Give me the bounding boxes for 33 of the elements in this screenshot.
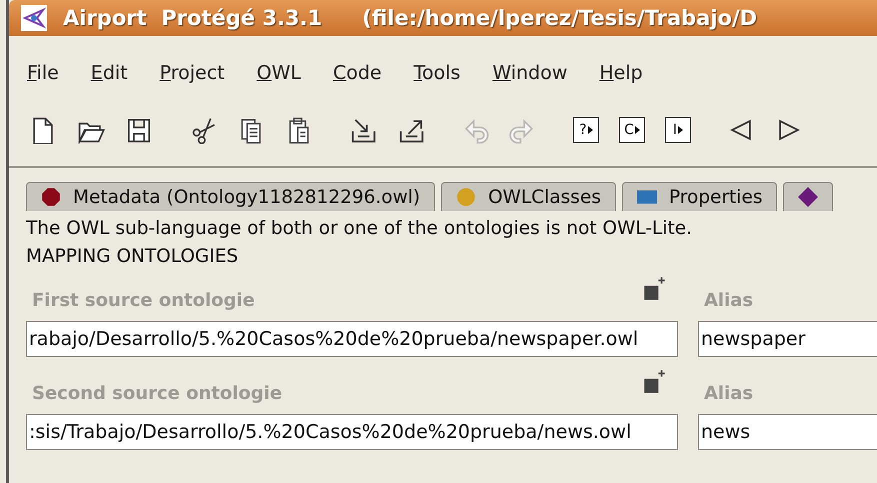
menu-item[interactable]: OWL [250,62,307,84]
tab[interactable]: OWLClasses [441,182,616,211]
tab[interactable]: Metadata (Ontology1182812296.owl) [26,182,436,211]
file-path: (file:/home/lperez/Tesis/Trabajo/D [362,6,758,30]
path-field[interactable]: :sis/Trabajo/Desarrollo/5.%20Casos%20de%20prueba/news.owl [26,414,678,450]
tab[interactable]: Properties [622,182,778,211]
message-text: MAPPING ONTOLOGIES [25,245,240,269]
alias-field[interactable]: newspaper [698,321,877,357]
menu-item[interactable]: File [21,62,65,84]
menu-item[interactable]: Tools [408,62,466,84]
app-logo-icon [21,5,47,31]
add-icon[interactable] [642,368,666,394]
toolbar-button[interactable]: I [665,117,691,143]
play-triangle-icon [634,126,640,134]
play-triangle-icon [588,126,593,134]
field-label: Alias [704,383,754,404]
toolbar-button[interactable]: ? [573,117,599,143]
tab[interactable] [783,182,834,211]
path-field[interactable]: rabajo/Desarrollo/5.%20Casos%20de%20prueba/newspaper.owl [26,321,678,357]
menu-item[interactable]: Edit [84,62,134,84]
menu-item[interactable]: Window [486,62,574,84]
menu-item[interactable]: Help [593,62,649,84]
field-label: Second source ontologie [32,383,282,404]
field-label: First source ontologie [32,290,255,311]
alias-field[interactable]: news [698,414,877,450]
add-icon[interactable] [642,275,666,301]
play-triangle-icon [678,126,684,134]
menu-item[interactable]: Project [154,62,231,84]
field-label: Alias [704,290,754,311]
menu-item[interactable]: Code [326,62,388,84]
toolbar-button[interactable]: C [619,117,645,143]
message-text: The OWL sub-language of both or one of the ontologies is not OWL-Lite. [25,217,693,241]
window-title: Airport Protégé 3.3.1 [63,6,322,30]
